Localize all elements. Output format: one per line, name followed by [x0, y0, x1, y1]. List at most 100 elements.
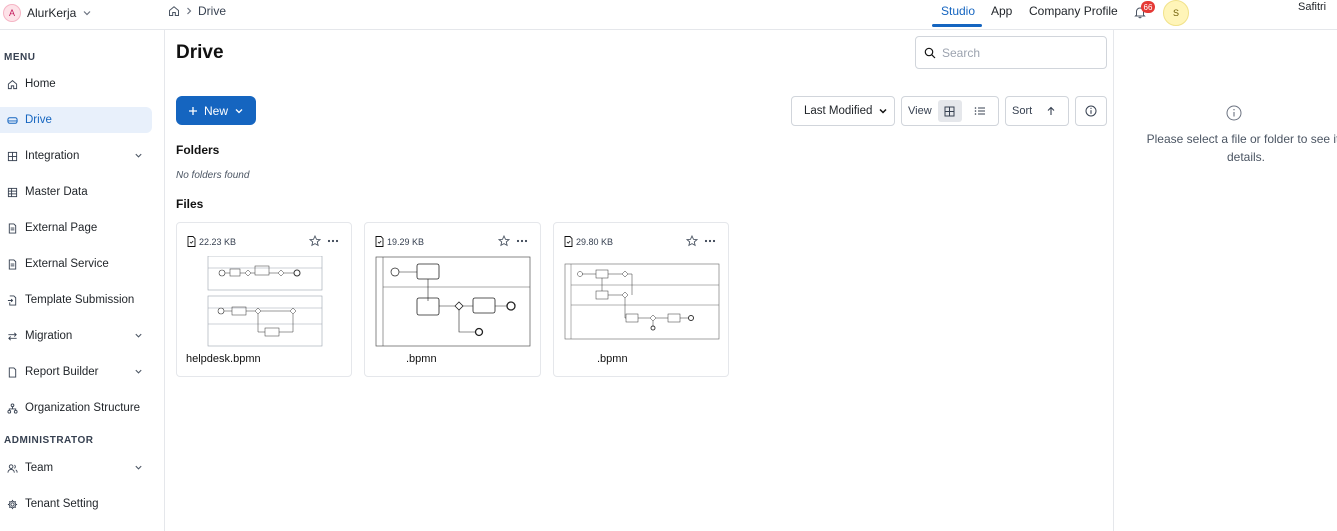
sidebar-item-drive[interactable]: Drive: [0, 107, 152, 133]
file-card[interactable]: 22.23 KB helpdesk.bpmn: [176, 222, 352, 377]
sidebar-item-label: External Page: [25, 222, 98, 234]
info-button[interactable]: [1075, 96, 1107, 126]
grid-icon: [944, 106, 955, 116]
sidebar-item-integration[interactable]: Integration: [0, 143, 152, 169]
sidebar-item-tenant-setting[interactable]: Tenant Setting: [0, 491, 152, 517]
grid-icon: [7, 151, 18, 161]
search-box: [915, 36, 1107, 69]
notification-badge: 66: [1141, 1, 1155, 13]
hierarchy-icon: [7, 402, 18, 414]
info-icon: [1085, 105, 1097, 117]
bpmn-thumbnail: [375, 256, 531, 347]
document-icon: [8, 222, 17, 234]
chevron-down-icon: [879, 108, 887, 114]
user-name[interactable]: Safitri: [1298, 1, 1326, 13]
bpmn-thumbnail: [564, 263, 720, 340]
folders-title: Folders: [176, 143, 220, 157]
file-size-value: 19.29 KB: [387, 236, 425, 247]
menu-section-label: MENU: [4, 52, 36, 63]
arrow-up-icon: [1047, 106, 1055, 115]
star-icon[interactable]: [498, 235, 510, 247]
tab-app[interactable]: App: [991, 4, 1012, 18]
table-icon: [7, 187, 18, 197]
file-name: .bpmn: [406, 353, 437, 365]
org-switcher[interactable]: A AlurKerja: [3, 3, 92, 23]
breadcrumb-current[interactable]: Drive: [198, 4, 226, 18]
sidebar-item-organization-structure[interactable]: Organization Structure: [0, 395, 152, 421]
sort-direction-button[interactable]: Sort: [1005, 96, 1069, 126]
info-icon: [1226, 105, 1242, 121]
page-title: Drive: [176, 42, 224, 63]
more-icon[interactable]: [327, 235, 339, 247]
sidebar-item-label: Report Builder: [25, 366, 99, 378]
file-size-value: 22.23 KB: [199, 236, 237, 247]
gear-icon: [7, 499, 18, 509]
details-panel: Please select a file or folder to see it…: [1113, 30, 1337, 531]
file-size: 29.80 KB: [564, 236, 613, 247]
file-name: .bpmn: [597, 353, 628, 365]
chevron-down-icon: [235, 108, 243, 113]
sidebar-item-label: Template Submission: [25, 294, 135, 306]
sort-label: Sort: [1012, 105, 1033, 117]
sidebar-item-home[interactable]: Home: [0, 71, 152, 97]
swap-icon: [8, 332, 17, 340]
sidebar-item-label: Tenant Setting: [25, 498, 99, 510]
sidebar-item-label: Team: [25, 462, 54, 474]
top-bar: A AlurKerja Drive Studio App Company Pro…: [0, 0, 1337, 30]
sidebar-item-external-service[interactable]: External Service: [0, 251, 152, 277]
tab-company-profile[interactable]: Company Profile: [1029, 4, 1118, 18]
user-avatar[interactable]: S: [1163, 0, 1189, 26]
sidebar-item-external-page[interactable]: External Page: [0, 215, 152, 241]
chevron-down-icon: [135, 369, 142, 374]
bpmn-thumbnail: [207, 256, 323, 347]
drive-icon: [7, 116, 18, 124]
home-icon: [7, 79, 18, 89]
list-view-button[interactable]: [968, 100, 992, 122]
search-input[interactable]: [942, 45, 1092, 60]
sidebar-item-report-builder[interactable]: Report Builder: [0, 359, 152, 385]
files-title: Files: [176, 197, 204, 211]
file-size: 22.23 KB: [187, 236, 236, 247]
file-card[interactable]: 19.29 KB .bpmn: [364, 222, 541, 377]
sidebar-item-label: Drive: [25, 114, 52, 126]
view-label: View: [908, 105, 932, 117]
home-icon[interactable]: [168, 5, 180, 17]
document-icon: [8, 258, 17, 270]
sidebar-item-team[interactable]: Team: [0, 455, 152, 481]
tab-studio[interactable]: Studio: [941, 4, 975, 18]
sidebar-item-label: Master Data: [25, 186, 88, 198]
file-icon: [564, 236, 573, 247]
new-button[interactable]: New: [176, 96, 256, 125]
report-icon: [8, 366, 17, 378]
sidebar-item-label: External Service: [25, 258, 109, 270]
list-icon: [974, 107, 985, 115]
file-icon: [375, 236, 384, 247]
star-icon[interactable]: [686, 235, 698, 247]
sidebar-item-master-data[interactable]: Master Data: [0, 179, 152, 205]
file-icon: [187, 236, 196, 247]
sidebar: MENU Home Drive Integration Master Data …: [0, 30, 165, 531]
star-icon[interactable]: [309, 235, 321, 247]
chevron-down-icon: [83, 11, 91, 16]
chevron-down-icon: [135, 465, 142, 470]
org-avatar: A: [3, 4, 21, 22]
plus-icon: [188, 106, 197, 115]
sidebar-item-label: Integration: [25, 150, 80, 162]
sidebar-item-label: Home: [25, 78, 56, 90]
file-card[interactable]: 29.80 KB .bpmn: [553, 222, 729, 377]
folders-empty-note: No folders found: [176, 170, 250, 181]
chevron-right-icon: [187, 7, 192, 15]
chevron-down-icon: [135, 333, 142, 338]
sidebar-item-migration[interactable]: Migration: [0, 323, 152, 349]
sort-field-select[interactable]: Last Modified: [791, 96, 895, 126]
more-icon[interactable]: [704, 235, 716, 247]
sidebar-item-template-submission[interactable]: Template Submission: [0, 287, 152, 313]
breadcrumb: Drive: [168, 4, 226, 18]
grid-view-button[interactable]: [937, 100, 962, 122]
details-empty-message: Please select a file or folder to see it…: [1146, 132, 1337, 164]
file-size: 19.29 KB: [375, 236, 424, 247]
new-button-label: New: [203, 103, 228, 118]
more-icon[interactable]: [516, 235, 528, 247]
file-size-value: 29.80 KB: [576, 236, 614, 247]
sort-field-value: Last Modified: [804, 105, 873, 117]
